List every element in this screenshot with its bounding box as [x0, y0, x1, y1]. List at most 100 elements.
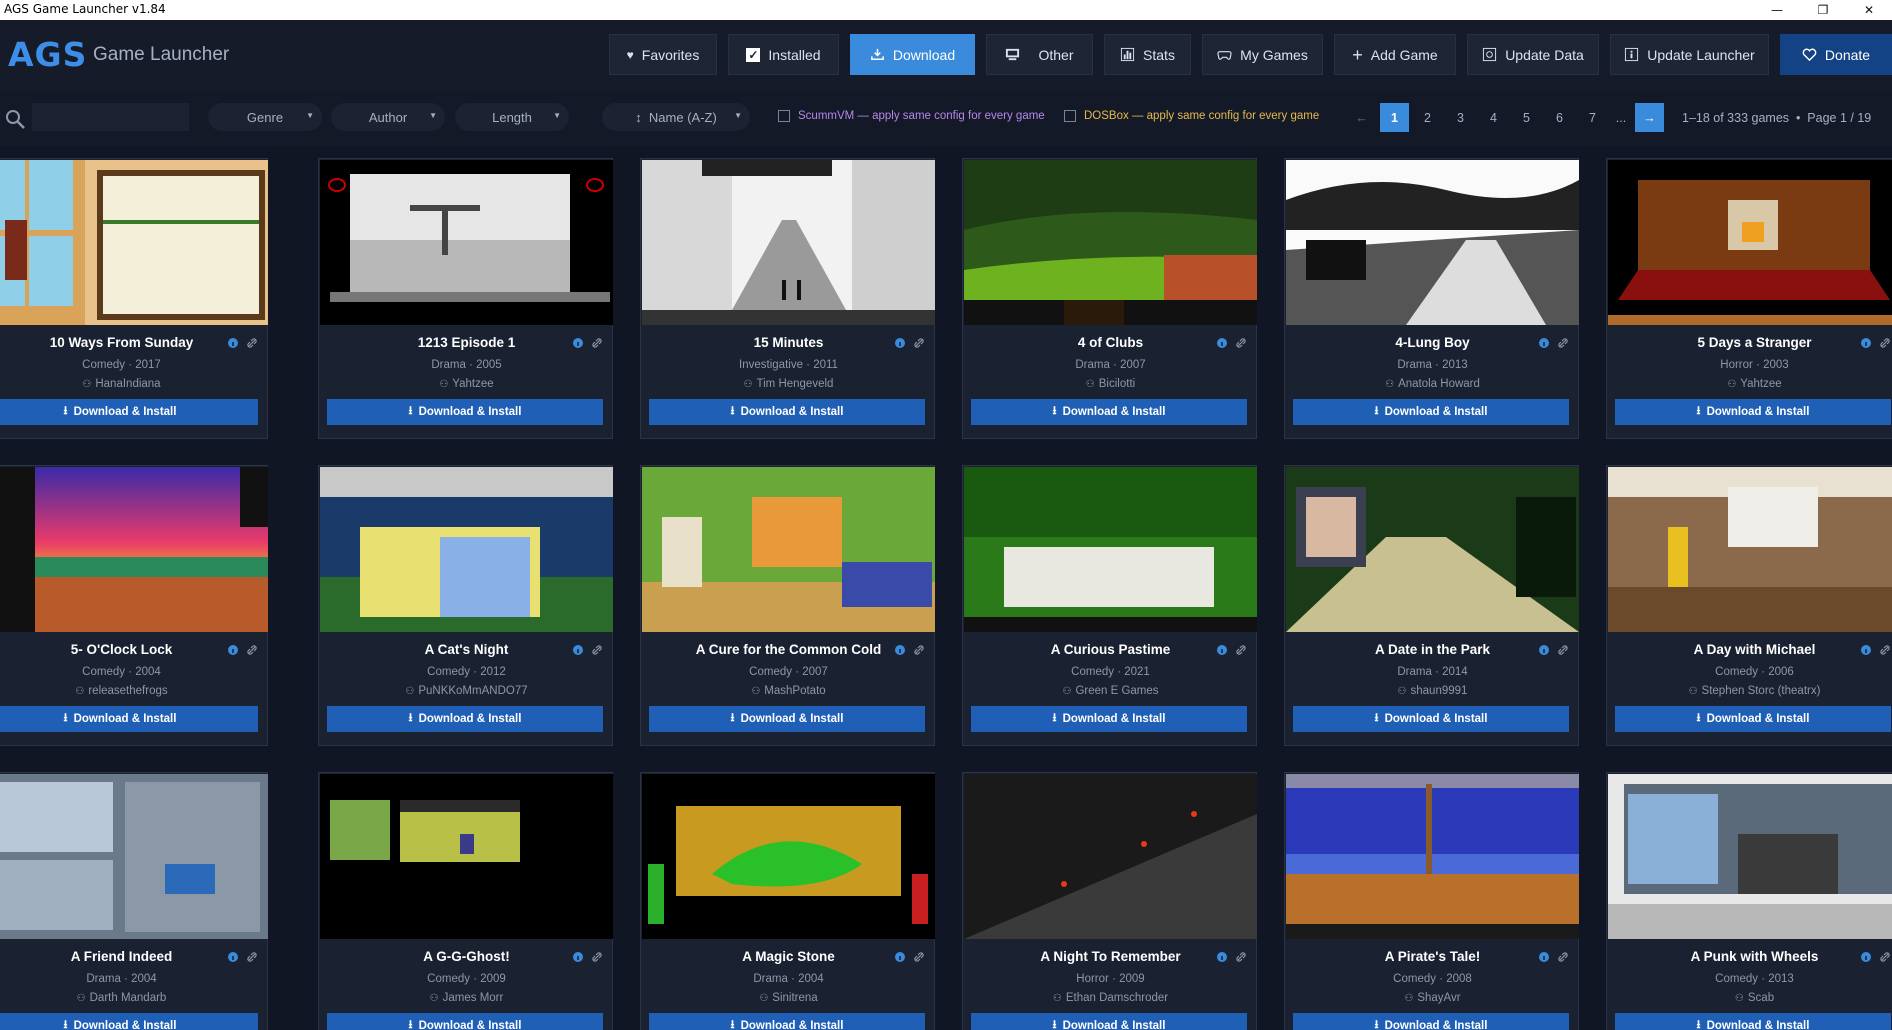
info-dot-icon[interactable]	[1861, 338, 1871, 348]
info-dot-icon[interactable]	[1861, 645, 1871, 655]
game-card[interactable]: 4 of Clubs Drama · 2007 ⚇ Bicilotti ⭳ Down…	[962, 158, 1257, 439]
page-button-1[interactable]: 1	[1380, 103, 1409, 132]
info-dot-icon[interactable]	[1861, 952, 1871, 962]
author-dropdown[interactable]: Author ▼	[331, 103, 445, 131]
dosbox-checkbox[interactable]	[1064, 110, 1076, 122]
link-icon[interactable]	[1558, 338, 1568, 348]
info-dot-icon[interactable]	[1539, 338, 1549, 348]
download-install-button[interactable]: ⭳ Download & Install	[1293, 1013, 1569, 1030]
game-card[interactable]: 10 Ways From Sunday Comedy · 2017 ⚇ HanaI…	[0, 158, 268, 439]
minimize-button[interactable]: —	[1754, 0, 1800, 20]
page-button-3[interactable]: 3	[1446, 103, 1475, 132]
download-install-button[interactable]: ⭳ Download & Install	[0, 1013, 258, 1030]
info-dot-icon[interactable]	[895, 338, 905, 348]
game-card[interactable]: A Pirate's Tale! Comedy · 2008 ⚇ ShayAvr …	[1284, 772, 1579, 1030]
download-install-button[interactable]: ⭳ Download & Install	[971, 1013, 1247, 1030]
link-icon[interactable]	[914, 952, 924, 962]
link-icon[interactable]	[247, 338, 257, 348]
game-card[interactable]: A Cat's Night Comedy · 2012 ⚇ PuNKKoMmAND…	[318, 465, 613, 746]
info-dot-icon[interactable]	[228, 645, 238, 655]
genre-dropdown[interactable]: Genre ▼	[208, 103, 322, 131]
link-icon[interactable]	[592, 338, 602, 348]
nav-donate-button[interactable]: Donate	[1780, 34, 1892, 75]
search-input[interactable]	[32, 103, 189, 131]
nav-other-button[interactable]: Other	[986, 34, 1093, 75]
length-dropdown[interactable]: Length ▼	[455, 103, 569, 131]
nav-favorites-button[interactable]: ♥ Favorites	[609, 34, 717, 75]
download-install-button[interactable]: ⭳ Download & Install	[0, 399, 258, 425]
scummvm-checkbox[interactable]	[778, 110, 790, 122]
close-button[interactable]: ✕	[1846, 0, 1892, 20]
info-dot-icon[interactable]	[895, 645, 905, 655]
nav-update-data-button[interactable]: Update Data	[1467, 34, 1599, 75]
game-card[interactable]: A Day with Michael Comedy · 2006 ⚇ Stephe…	[1606, 465, 1892, 746]
game-card[interactable]: 5- O'Clock Lock Comedy · 2004 ⚇ releaseth…	[0, 465, 268, 746]
link-icon[interactable]	[247, 952, 257, 962]
next-page-button[interactable]: →	[1635, 103, 1664, 132]
link-icon[interactable]	[592, 645, 602, 655]
download-install-button[interactable]: ⭳ Download & Install	[1293, 399, 1569, 425]
page-button-5[interactable]: 5	[1512, 103, 1541, 132]
link-icon[interactable]	[247, 645, 257, 655]
nav-download-button[interactable]: Download	[850, 34, 975, 75]
download-install-button[interactable]: ⭳ Download & Install	[971, 399, 1247, 425]
page-button-2[interactable]: 2	[1413, 103, 1442, 132]
nav-installed-button[interactable]: ✓ Installed	[728, 34, 839, 75]
sort-dropdown[interactable]: ↕ Name (A-Z) ▼	[602, 103, 750, 131]
link-icon[interactable]	[1558, 952, 1568, 962]
link-icon[interactable]	[1880, 952, 1890, 962]
info-dot-icon[interactable]	[573, 338, 583, 348]
game-card[interactable]: A Friend Indeed Drama · 2004 ⚇ Darth Mand…	[0, 772, 268, 1030]
info-dot-icon[interactable]	[573, 952, 583, 962]
game-card[interactable]: 4-Lung Boy Drama · 2013 ⚇ Anatola Howard …	[1284, 158, 1579, 439]
download-install-button[interactable]: ⭳ Download & Install	[649, 1013, 925, 1030]
link-icon[interactable]	[1236, 952, 1246, 962]
dosbox-config-toggle[interactable]: DOSBox — apply same config for every gam…	[1064, 110, 1319, 122]
game-card[interactable]: A Date in the Park Drama · 2014 ⚇ shaun99…	[1284, 465, 1579, 746]
info-dot-icon[interactable]	[1217, 645, 1227, 655]
download-install-button[interactable]: ⭳ Download & Install	[327, 399, 603, 425]
nav-add-game-button[interactable]: + Add Game	[1334, 34, 1456, 75]
nav-stats-button[interactable]: Stats	[1104, 34, 1191, 75]
link-icon[interactable]	[1236, 645, 1246, 655]
download-install-button[interactable]: ⭳ Download & Install	[649, 706, 925, 732]
page-button-6[interactable]: 6	[1545, 103, 1574, 132]
download-install-button[interactable]: ⭳ Download & Install	[1615, 1013, 1891, 1030]
game-card[interactable]: 5 Days a Stranger Horror · 2003 ⚇ Yahtzee…	[1606, 158, 1892, 439]
link-icon[interactable]	[914, 338, 924, 348]
info-dot-icon[interactable]	[1539, 952, 1549, 962]
scummvm-config-toggle[interactable]: ScummVM — apply same config for every ga…	[778, 110, 1045, 122]
nav-update-launcher-button[interactable]: Update Launcher	[1610, 34, 1769, 75]
link-icon[interactable]	[1880, 645, 1890, 655]
game-card[interactable]: A G-G-Ghost! Comedy · 2009 ⚇ James Morr ⭳…	[318, 772, 613, 1030]
download-install-button[interactable]: ⭳ Download & Install	[327, 706, 603, 732]
game-card[interactable]: A Punk with Wheels Comedy · 2013 ⚇ Scab ⭳…	[1606, 772, 1892, 1030]
game-card[interactable]: A Magic Stone Drama · 2004 ⚇ Sinitrena ⭳ D…	[640, 772, 935, 1030]
info-dot-icon[interactable]	[228, 952, 238, 962]
info-dot-icon[interactable]	[228, 338, 238, 348]
nav-my-games-button[interactable]: My Games	[1202, 34, 1323, 75]
download-install-button[interactable]: ⭳ Download & Install	[1293, 706, 1569, 732]
download-install-button[interactable]: ⭳ Download & Install	[971, 706, 1247, 732]
info-dot-icon[interactable]	[573, 645, 583, 655]
download-install-button[interactable]: ⭳ Download & Install	[649, 399, 925, 425]
info-dot-icon[interactable]	[1217, 338, 1227, 348]
link-icon[interactable]	[1880, 338, 1890, 348]
link-icon[interactable]	[592, 952, 602, 962]
page-button-4[interactable]: 4	[1479, 103, 1508, 132]
game-card[interactable]: 1213 Episode 1 Drama · 2005 ⚇ Yahtzee ⭳ Do…	[318, 158, 613, 439]
restore-button[interactable]: ❐	[1800, 0, 1846, 20]
link-icon[interactable]	[914, 645, 924, 655]
download-install-button[interactable]: ⭳ Download & Install	[327, 1013, 603, 1030]
game-card[interactable]: 15 Minutes Investigative · 2011 ⚇ Tim Hen…	[640, 158, 935, 439]
info-dot-icon[interactable]	[1539, 645, 1549, 655]
download-install-button[interactable]: ⭳ Download & Install	[1615, 706, 1891, 732]
download-install-button[interactable]: ⭳ Download & Install	[0, 706, 258, 732]
info-dot-icon[interactable]	[895, 952, 905, 962]
info-dot-icon[interactable]	[1217, 952, 1227, 962]
page-button-7[interactable]: 7	[1578, 103, 1607, 132]
link-icon[interactable]	[1236, 338, 1246, 348]
prev-page-button[interactable]: ←	[1347, 103, 1376, 132]
download-install-button[interactable]: ⭳ Download & Install	[1615, 399, 1891, 425]
game-card[interactable]: A Cure for the Common Cold Comedy · 2007…	[640, 465, 935, 746]
